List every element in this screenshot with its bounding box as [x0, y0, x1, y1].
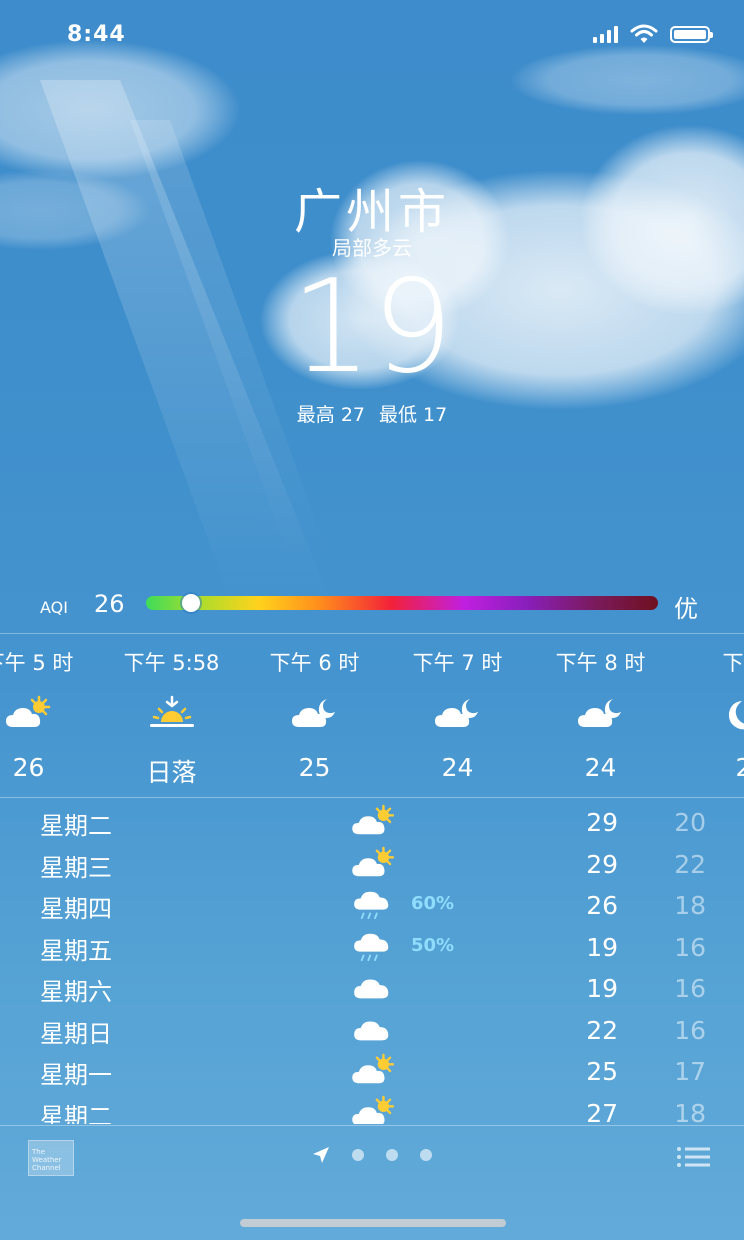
hourly-item: 下午 6 时 25 — [243, 635, 386, 795]
cellular-signal-icon — [593, 25, 618, 43]
sun-behind-cloud-icon — [348, 1095, 400, 1125]
daily-row: 星期日 22 16 — [0, 1010, 744, 1052]
day-low: 18 — [674, 1098, 706, 1125]
day-name: 星期五 — [40, 936, 112, 965]
page-dot[interactable] — [352, 1149, 364, 1161]
high-temp: 最高 27 — [296, 404, 365, 426]
day-high: 19 — [586, 932, 618, 962]
day-low: 22 — [674, 849, 706, 879]
aqi-label: AQI — [40, 598, 68, 617]
hour-temp: 24 — [584, 753, 617, 782]
day-name: 星期二 — [40, 1102, 112, 1125]
rain-cloud-icon — [348, 929, 400, 963]
day-high: 29 — [586, 808, 618, 837]
cloud-icon — [348, 1012, 400, 1046]
moon-behind-cloud-icon — [291, 695, 339, 731]
hour-temp: 2 — [735, 753, 744, 782]
day-name: 星期四 — [40, 895, 112, 923]
cloud-icon — [348, 970, 400, 1004]
moon-icon — [720, 695, 744, 731]
home-indicator[interactable] — [240, 1219, 506, 1227]
aqi-value: 26 — [94, 590, 125, 618]
daily-row: 星期四 60% 26 18 — [0, 885, 744, 927]
moon-behind-cloud-icon — [577, 695, 625, 731]
aqi-indicator — [181, 594, 200, 612]
hourly-item: 下午 2 — [672, 635, 744, 795]
day-high: 25 — [586, 1057, 618, 1086]
daily-row: 星期二 27 18 — [0, 1093, 744, 1125]
day-low: 16 — [674, 974, 706, 1003]
day-low: 17 — [674, 1057, 706, 1086]
aqi-status: 优 — [674, 595, 698, 623]
hourly-forecast[interactable]: 下午 5 时 26 下午 5:58 日落 下午 6 时 25 下午 7 时 24… — [0, 635, 744, 795]
battery-icon — [670, 25, 713, 43]
hour-temp: 25 — [298, 753, 331, 782]
sun-behind-cloud-icon — [348, 846, 400, 880]
day-high: 19 — [586, 974, 618, 1003]
sun-behind-cloud-icon — [348, 1053, 400, 1087]
hour-temp: 26 — [12, 753, 45, 782]
daily-row: 星期五 50% 19 16 — [0, 927, 744, 969]
day-name: 星期日 — [40, 1019, 112, 1048]
daily-row: 星期三 29 22 — [0, 844, 744, 886]
page-dot[interactable] — [386, 1149, 398, 1161]
day-low: 18 — [674, 891, 706, 920]
day-low: 16 — [674, 1015, 706, 1045]
hour-time: 下午 8 时 — [555, 651, 646, 675]
hourly-item: 下午 5:58 日落 — [100, 635, 243, 795]
page-indicator[interactable] — [312, 1146, 432, 1164]
aqi-scale-bar[interactable] — [146, 596, 658, 610]
hourly-item: 下午 5 时 26 — [0, 635, 100, 795]
sun-behind-cloud-icon — [348, 804, 400, 838]
hour-temp: 24 — [441, 753, 474, 782]
hour-time: 下午 7 时 — [412, 651, 503, 675]
hour-time: 下午 — [722, 651, 744, 675]
day-name: 星期二 — [40, 812, 112, 840]
wifi-icon — [630, 24, 658, 43]
precip-chance: 60% — [411, 893, 455, 914]
sunset-icon — [148, 695, 196, 731]
hour-time: 下午 5 时 — [0, 651, 74, 675]
divider — [0, 1125, 744, 1126]
daily-row: 星期一 25 17 — [0, 1051, 744, 1093]
list-icon[interactable] — [676, 1146, 710, 1168]
status-icons — [593, 24, 713, 44]
day-low: 16 — [674, 932, 706, 962]
hourly-item: 下午 7 时 24 — [386, 635, 529, 795]
high-low: 最高 27 最低 17 — [0, 400, 744, 427]
daily-row: 星期六 19 16 — [0, 968, 744, 1010]
day-name: 星期三 — [40, 853, 112, 882]
day-low: 20 — [674, 808, 706, 837]
day-high: 26 — [586, 891, 618, 920]
sun-behind-cloud-icon — [5, 695, 53, 731]
current-temperature: 19 — [290, 253, 454, 402]
low-temp: 最低 17 — [379, 404, 448, 426]
divider — [0, 633, 744, 634]
day-name: 星期六 — [40, 978, 112, 1006]
hour-temp: 日落 — [146, 758, 197, 787]
moon-behind-cloud-icon — [434, 695, 482, 731]
daily-row: 星期二 29 20 — [0, 802, 744, 844]
page-dot[interactable] — [420, 1149, 432, 1161]
divider — [0, 797, 744, 798]
day-high: 27 — [586, 1098, 618, 1125]
location-arrow-icon[interactable] — [312, 1146, 330, 1164]
precip-chance: 50% — [411, 934, 455, 956]
hourly-item: 下午 8 时 24 — [529, 635, 672, 795]
hour-time: 下午 6 时 — [269, 651, 360, 675]
day-high: 22 — [586, 1015, 618, 1045]
weather-channel-logo[interactable]: The Weather Channel — [28, 1140, 74, 1176]
hour-time: 下午 5:58 — [123, 651, 220, 675]
day-high: 29 — [586, 849, 618, 879]
status-time: 8:44 — [67, 22, 126, 47]
day-name: 星期一 — [40, 1061, 112, 1089]
rain-cloud-icon — [348, 887, 400, 921]
daily-forecast[interactable]: 星期二 29 20 星期三 29 22 星期四 60% 26 18 星期五 50… — [0, 802, 744, 1124]
